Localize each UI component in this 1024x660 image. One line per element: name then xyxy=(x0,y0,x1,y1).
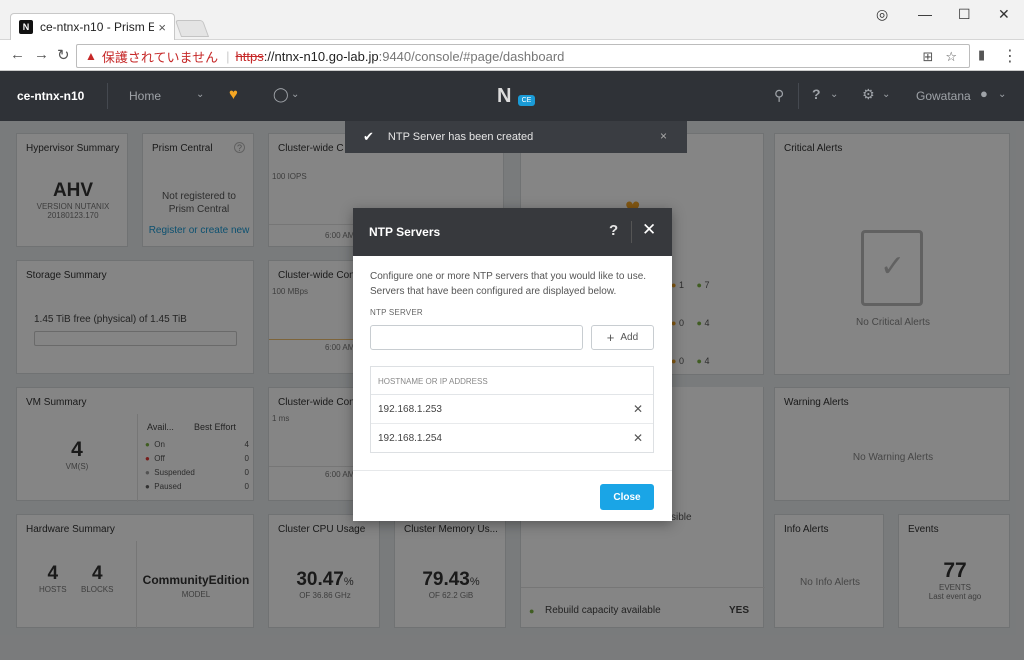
search-icon[interactable]: ⚲ xyxy=(774,87,784,104)
remove-server-icon[interactable]: ✕ xyxy=(633,402,643,416)
dialog-title: NTP Servers xyxy=(369,225,441,239)
health-heart-icon[interactable]: ♥ xyxy=(229,86,238,103)
dialog-footer: Close xyxy=(353,470,672,521)
security-warning[interactable]: 保護されていません xyxy=(102,47,218,66)
success-toast: ✔ NTP Server has been created × xyxy=(345,121,687,153)
minimize-button[interactable]: — xyxy=(918,6,932,22)
user-name[interactable]: Gowatana xyxy=(916,89,971,103)
table-header: HOSTNAME OR IP ADDRESS xyxy=(371,367,653,395)
tab-title: ce-ntnx-n10 - Prism Elem xyxy=(40,20,155,34)
task-circle-icon[interactable]: ◯ xyxy=(273,86,289,103)
table-row: 192.168.1.253 ✕ xyxy=(371,395,653,424)
settings-gear-icon[interactable]: ⚙ xyxy=(862,86,875,103)
forward-icon[interactable]: → xyxy=(34,46,49,63)
checkmark-icon: ✔ xyxy=(363,129,374,144)
ntp-servers-dialog: NTP Servers ? ✕ Configure one or more NT… xyxy=(353,208,672,521)
back-icon[interactable]: ← xyxy=(10,46,25,63)
url-path: :9440/console/#page/dashboard xyxy=(378,48,565,64)
ce-badge: CE xyxy=(518,95,535,106)
help-icon[interactable]: ? xyxy=(812,86,821,102)
remove-server-icon[interactable]: ✕ xyxy=(633,431,643,445)
close-button[interactable]: Close xyxy=(600,484,654,510)
home-nav[interactable]: Home xyxy=(129,89,161,103)
dialog-header: NTP Servers ? ✕ xyxy=(353,208,672,256)
table-row: 192.168.1.254 ✕ xyxy=(371,424,653,453)
ntp-server-label: NTP SERVER xyxy=(370,308,423,317)
chevron-down-icon[interactable]: ⌄ xyxy=(998,89,1006,100)
bookmark-star-icon[interactable]: ☆ xyxy=(945,49,957,65)
translate-icon[interactable]: ⊞ xyxy=(922,49,933,65)
maximize-button[interactable]: ☐ xyxy=(958,6,971,23)
app-header: ce-ntnx-n10 Home ⌄ ♥ ◯ ⌄ N CE ⚲ ? ⌄ ⚙ ⌄ … xyxy=(0,71,1024,121)
new-tab-button[interactable] xyxy=(174,20,210,37)
cluster-name[interactable]: ce-ntnx-n10 xyxy=(17,89,84,103)
omnibox[interactable]: ▲ 保護されていません | https ://ntnx-n10.go-lab.j… xyxy=(76,44,970,68)
browser-menu-icon[interactable]: ⋮ xyxy=(1002,46,1018,66)
nutanix-favicon-icon: N xyxy=(19,20,33,34)
ntp-server-input[interactable] xyxy=(370,325,583,350)
url-host: ://ntnx-n10.go-lab.jp xyxy=(263,48,379,64)
tab-close-icon[interactable]: × xyxy=(158,20,166,35)
plus-icon: + xyxy=(606,330,615,345)
url-scheme: https xyxy=(235,48,264,64)
chevron-down-icon[interactable]: ⌄ xyxy=(830,89,838,100)
nutanix-logo: N xyxy=(497,85,512,107)
toast-message: NTP Server has been created xyxy=(387,131,534,143)
ntp-server-table: HOSTNAME OR IP ADDRESS 192.168.1.253 ✕ 1… xyxy=(370,366,654,453)
add-ntp-server-button[interactable]: + Add xyxy=(591,325,654,350)
incognito-icon: ◎ xyxy=(876,6,889,22)
chevron-down-icon[interactable]: ⌄ xyxy=(882,89,890,100)
user-avatar-icon[interactable]: ● xyxy=(980,86,988,101)
chevron-down-icon[interactable]: ⌄ xyxy=(291,89,299,100)
chevron-down-icon[interactable]: ⌄ xyxy=(196,89,204,100)
close-icon[interactable]: ✕ xyxy=(642,220,656,240)
help-icon[interactable]: ? xyxy=(609,222,618,239)
browser-tabstrip: N ce-ntnx-n10 - Prism Elem × ◎ — ☐ ✕ xyxy=(0,0,1024,40)
ntp-server-address: 192.168.1.254 xyxy=(378,433,442,444)
reload-icon[interactable]: ↻ xyxy=(57,46,70,64)
extension-icon[interactable]: ▮ xyxy=(978,47,985,63)
toast-close-icon[interactable]: × xyxy=(660,129,667,143)
warning-triangle-icon: ▲ xyxy=(85,49,97,63)
address-bar-row: ← → ↻ ▲ 保護されていません | https ://ntnx-n10.go… xyxy=(0,40,1024,71)
ntp-server-address: 192.168.1.253 xyxy=(378,404,442,415)
close-window-button[interactable]: ✕ xyxy=(998,6,1010,23)
dialog-description: Configure one or more NTP servers that y… xyxy=(370,271,647,297)
browser-tab[interactable]: N ce-ntnx-n10 - Prism Elem × xyxy=(10,13,175,40)
